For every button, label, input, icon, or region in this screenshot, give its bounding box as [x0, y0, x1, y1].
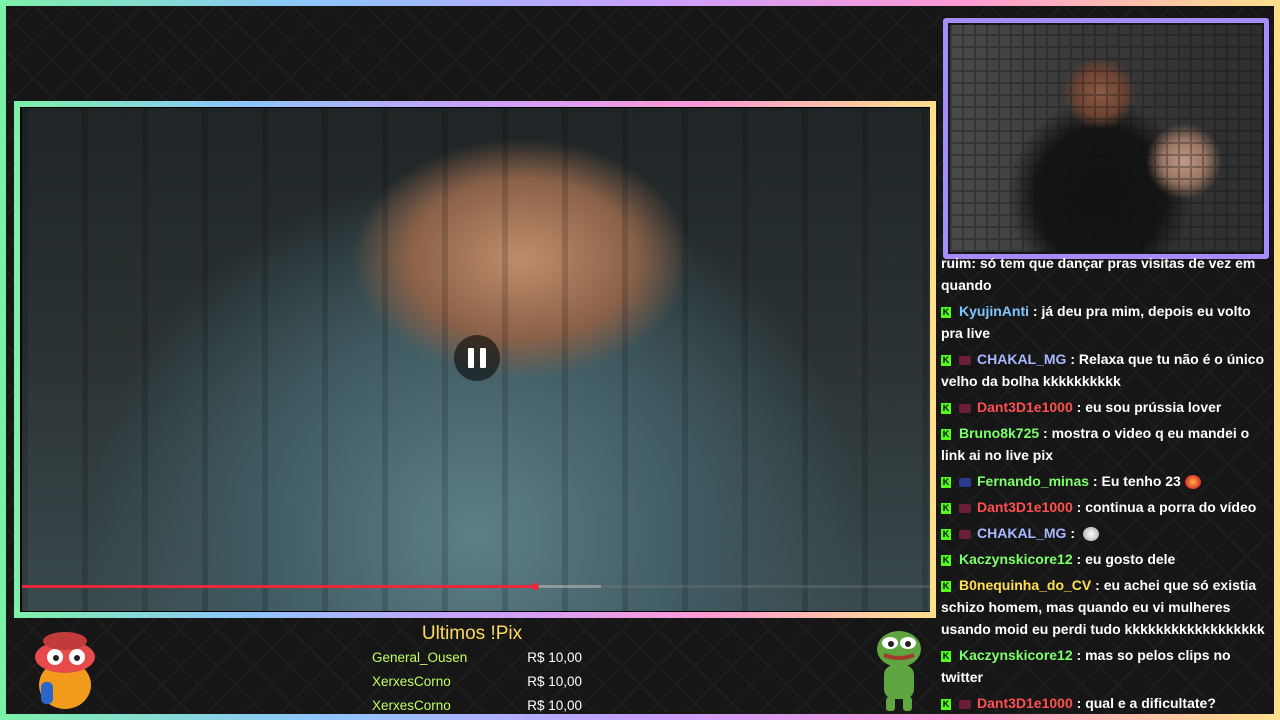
chat-separator: :: [1072, 499, 1086, 515]
kick-badge-icon: K: [941, 580, 951, 592]
progress-scrubber-handle[interactable]: [532, 583, 540, 590]
pix-amount: R$ 10,00: [527, 650, 582, 665]
kick-badge-icon: K: [941, 476, 951, 488]
pix-amount: R$ 10,00: [527, 674, 582, 689]
chat-separator: :: [1089, 473, 1102, 489]
chat-separator: :: [1072, 399, 1086, 415]
pix-user: General_Ousen: [372, 650, 468, 665]
chat-message: K Fernando_minas : Eu tenho 23: [941, 468, 1271, 494]
chat-text: Eu tenho 23: [1101, 473, 1181, 489]
chat-username[interactable]: Dant3D1e1000: [977, 695, 1073, 711]
chat-username[interactable]: Dant3D1e1000: [977, 499, 1073, 515]
kick-badge-icon: K: [941, 354, 951, 366]
chat-username[interactable]: CHAKAL_MG: [977, 351, 1066, 367]
pause-button[interactable]: [454, 335, 500, 381]
subscriber-badge-icon: [959, 477, 971, 487]
video-progress-bar[interactable]: [22, 583, 930, 590]
kick-badge-icon: K: [941, 650, 951, 662]
pause-icon-bar-right: [480, 348, 486, 368]
kick-badge-icon: K: [941, 554, 951, 566]
pepe-sticker: [877, 631, 921, 711]
chat-text: continua a porra do vídeo: [1085, 499, 1257, 515]
kick-badge-icon: K: [941, 528, 951, 540]
pix-row: General_Ousen R$ 10,00: [372, 646, 582, 670]
subscriber-badge-icon: [959, 503, 971, 513]
chat-separator: :: [1039, 425, 1052, 441]
pix-row: XerxesCorno R$ 10,00: [372, 694, 582, 718]
chat-username[interactable]: CHAKAL_MG: [977, 525, 1066, 541]
chat-message: K Dant3D1e1000 : continua a porra do víde…: [941, 494, 1271, 520]
chat-message: K Dant3D1e1000 : eu sou prússia lover: [941, 394, 1271, 420]
chat-separator: :: [1091, 577, 1104, 593]
chat-message: K CHAKAL_MG : Relaxa que tu não é o único…: [941, 346, 1271, 394]
webcam-feed: [950, 25, 1262, 252]
angry-face-emote-icon: [1184, 475, 1201, 490]
chat-separator: :: [1066, 525, 1079, 541]
chat-message: K Bruno8k725 : mostra o video q eu mandei…: [941, 420, 1271, 468]
chat-separator: :: [1066, 351, 1079, 367]
chat-message: K KyujinAnti : já deu pra mim, depois eu …: [941, 298, 1271, 346]
chat-message: K Kaczynskicore12 : eu gosto dele: [941, 546, 1271, 572]
chat-username[interactable]: B0nequinha_do_CV: [959, 577, 1091, 593]
skull-emote-icon: [1082, 527, 1099, 542]
chat-separator: :: [1072, 551, 1086, 567]
chat-separator: :: [1029, 303, 1042, 319]
chat-username[interactable]: Kaczynskicore12: [959, 647, 1073, 663]
chat-text: qual e a dificultate?: [1085, 695, 1216, 711]
subscriber-badge-icon: [959, 403, 971, 413]
progress-played: [22, 585, 536, 588]
pix-title: Ultimos !Pix: [421, 623, 523, 644]
pix-amount: R$ 10,00: [527, 698, 582, 713]
pix-list: General_Ousen R$ 10,00 XerxesCorno R$ 10…: [372, 646, 582, 718]
pix-row: XerxesCorno R$ 10,00: [372, 670, 582, 694]
pause-icon-bar-left: [468, 348, 474, 368]
chat-message: K CHAKAL_MG :: [941, 520, 1271, 546]
chat-text: eu sou prússia lover: [1085, 399, 1222, 415]
chat-username[interactable]: Fernando_minas: [977, 473, 1089, 489]
subscriber-badge-icon: [959, 699, 971, 709]
kick-badge-icon: K: [941, 502, 951, 514]
subscriber-badge-icon: [959, 529, 971, 539]
chat-message: K Kaczynskicore12 : mas so pelos clips no…: [941, 642, 1271, 690]
chat-text: ruim: só tem que dançar pras visitas de …: [941, 255, 1256, 293]
chat-separator: :: [1072, 695, 1086, 711]
kick-badge-icon: K: [941, 402, 951, 414]
chat-text: eu gosto dele: [1085, 551, 1176, 567]
chat-message: K B0nequinha_do_CV : eu achei que só exis…: [941, 572, 1271, 642]
kick-badge-icon: K: [941, 428, 951, 440]
chat-message: ruim: só tem que dançar pras visitas de …: [941, 250, 1271, 298]
webcam-scene: [950, 25, 1262, 252]
subscriber-badge-icon: [959, 355, 971, 365]
chat-message: K Dant3D1e1000 : qual e a dificultate?: [941, 690, 1271, 714]
chat-separator: :: [1072, 647, 1086, 663]
mascot-sticker: [35, 632, 95, 709]
chat-username[interactable]: Bruno8k725: [959, 425, 1039, 441]
chat-username[interactable]: Dant3D1e1000: [977, 399, 1073, 415]
pix-user: XerxesCorno: [372, 674, 451, 689]
kick-badge-icon: K: [941, 698, 951, 710]
chat-username[interactable]: Kaczynskicore12: [959, 551, 1073, 567]
chat-panel: ruim: só tem que dançar pras visitas de …: [941, 250, 1271, 714]
chat-username[interactable]: KyujinAnti: [959, 303, 1029, 319]
pix-user: XerxesCorno: [372, 698, 451, 713]
kick-badge-icon: K: [941, 306, 951, 318]
